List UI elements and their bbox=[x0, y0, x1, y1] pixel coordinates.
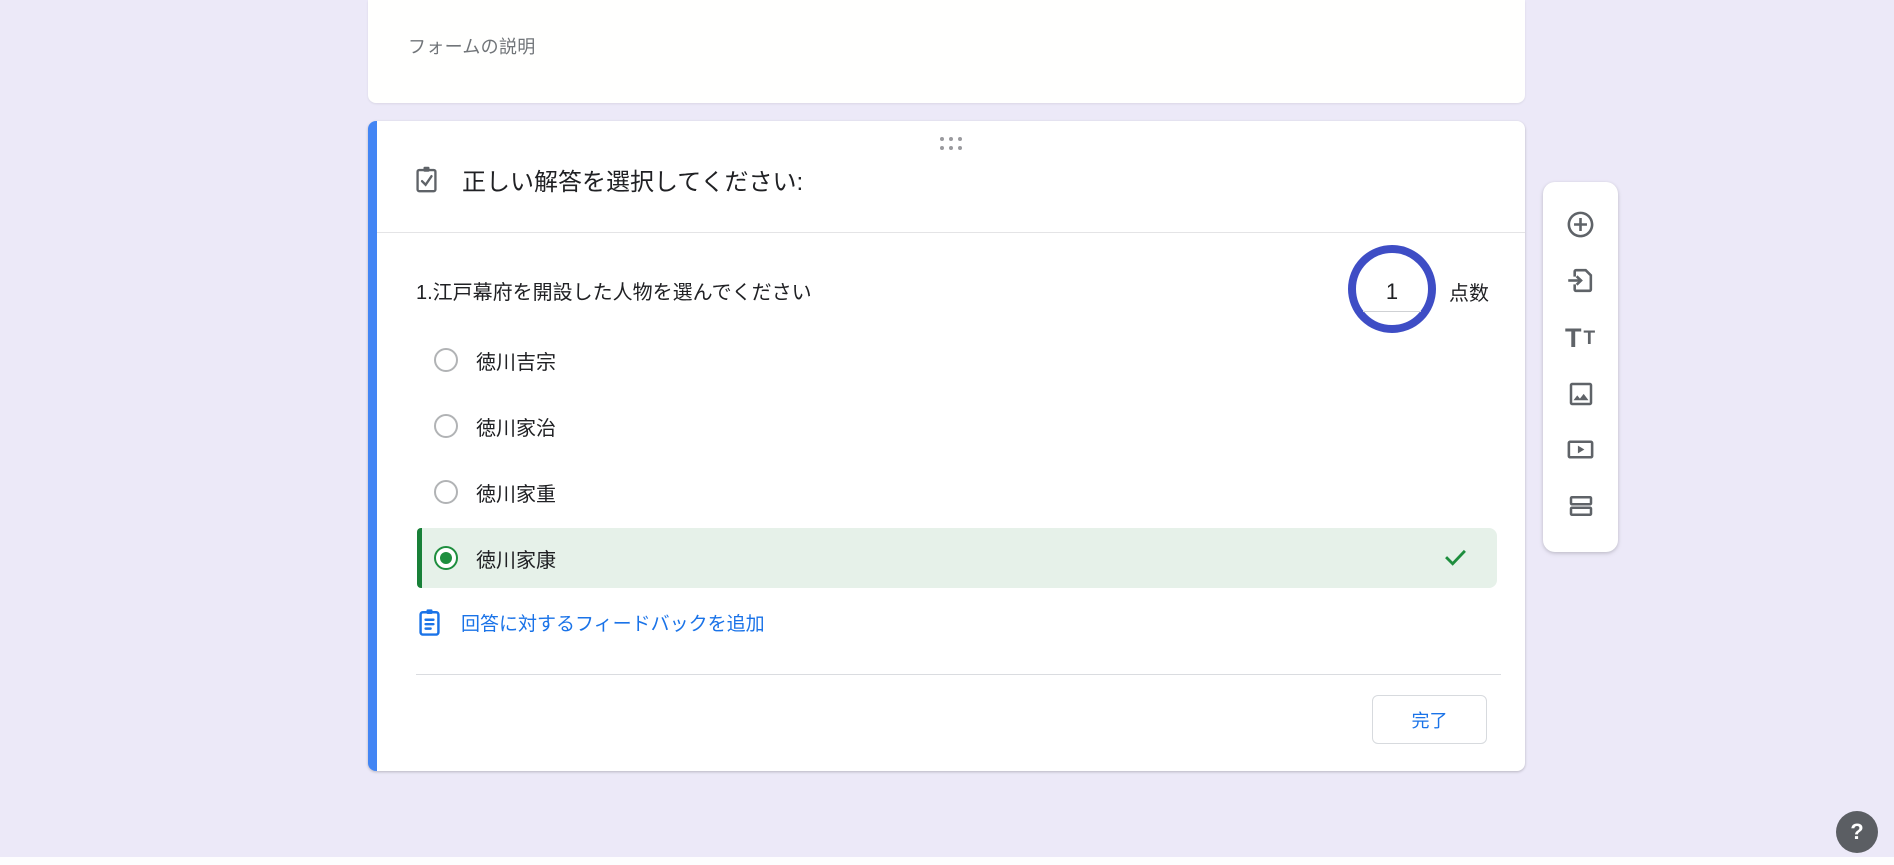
points-label: 点数 bbox=[1449, 277, 1489, 306]
import-questions-button[interactable] bbox=[1558, 259, 1604, 305]
radio-button[interactable] bbox=[434, 414, 458, 438]
import-questions-icon bbox=[1565, 265, 1596, 299]
answer-key-title: 正しい解答を選択してください: bbox=[462, 162, 803, 197]
points-value[interactable]: 1 bbox=[1363, 279, 1421, 312]
question-card: 正しい解答を選択してください: 1.江戸幕府を開設した人物を選んでください 1 … bbox=[368, 121, 1525, 771]
text-icon: TT bbox=[1565, 325, 1596, 352]
form-description-input[interactable]: フォームの説明 bbox=[408, 33, 536, 59]
add-section-button[interactable] bbox=[1558, 485, 1604, 531]
form-description-card: フォームの説明 bbox=[368, 0, 1525, 103]
image-icon bbox=[1566, 379, 1596, 412]
bottom-edge-strip bbox=[0, 857, 1894, 865]
option-row-correct[interactable]: 徳川家康 bbox=[417, 528, 1497, 588]
radio-button-selected[interactable] bbox=[434, 546, 458, 570]
feedback-clipboard-icon bbox=[416, 608, 443, 637]
video-icon bbox=[1565, 434, 1596, 468]
correct-check-icon bbox=[1442, 544, 1469, 571]
footer-divider bbox=[416, 674, 1501, 675]
option-label: 徳川吉宗 bbox=[476, 346, 556, 375]
points-input[interactable]: 1 bbox=[1348, 245, 1436, 333]
question-text: 1.江戸幕府を開設した人物を選んでください bbox=[416, 276, 812, 305]
drag-handle[interactable] bbox=[940, 137, 962, 150]
help-button[interactable]: ? bbox=[1836, 811, 1878, 853]
add-title-description-button[interactable]: TT bbox=[1558, 316, 1604, 362]
option-row[interactable]: 徳川家重 bbox=[377, 468, 1534, 516]
option-label: 徳川家治 bbox=[476, 412, 556, 441]
form-toolbar: TT bbox=[1543, 182, 1618, 552]
header-divider bbox=[377, 232, 1525, 233]
add-feedback-link[interactable]: 回答に対するフィードバックを追加 bbox=[416, 605, 765, 639]
done-button[interactable]: 完了 bbox=[1372, 695, 1487, 744]
add-image-button[interactable] bbox=[1558, 372, 1604, 418]
option-row[interactable]: 徳川家治 bbox=[377, 402, 1534, 450]
answer-key-icon bbox=[413, 165, 440, 194]
add-feedback-label: 回答に対するフィードバックを追加 bbox=[461, 609, 765, 636]
option-label: 徳川家康 bbox=[476, 544, 556, 573]
add-question-button[interactable] bbox=[1558, 203, 1604, 249]
add-circle-icon bbox=[1565, 209, 1596, 243]
radio-button[interactable] bbox=[434, 480, 458, 504]
question-card-header: 正しい解答を選択してください: bbox=[413, 157, 803, 201]
radio-button[interactable] bbox=[434, 348, 458, 372]
section-icon bbox=[1566, 491, 1596, 524]
option-label: 徳川家重 bbox=[476, 478, 556, 507]
option-row[interactable]: 徳川吉宗 bbox=[377, 336, 1534, 384]
add-video-button[interactable] bbox=[1558, 428, 1604, 474]
